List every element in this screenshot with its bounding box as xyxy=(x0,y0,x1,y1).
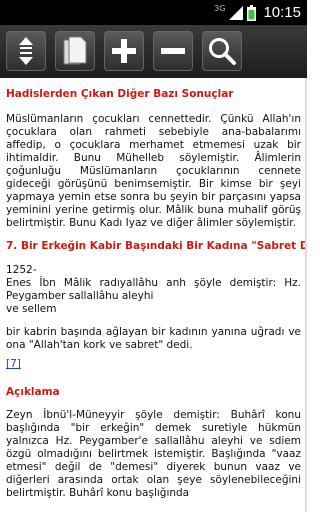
network-type: 3G xyxy=(214,3,226,13)
reorder-button[interactable] xyxy=(6,31,46,71)
signal-icon xyxy=(229,5,244,20)
clock: 10:15 xyxy=(263,4,301,21)
scroll-edge xyxy=(305,78,307,512)
section-heading: Hadislerden Çıkan Diğer Bazı Sonuçlar xyxy=(6,88,234,100)
add-icon xyxy=(112,39,136,63)
remove-icon xyxy=(161,48,185,54)
document-button[interactable] xyxy=(55,31,95,71)
remove-button[interactable] xyxy=(153,31,193,71)
chapter-heading: 7. Bir Erkeğin Kabir Başındaki Bir Kadın… xyxy=(6,240,307,252)
toolbar xyxy=(0,25,307,78)
battery-icon xyxy=(247,4,257,21)
footnote-link[interactable]: [7] xyxy=(6,358,21,370)
section-heading: Açıklama xyxy=(6,386,60,398)
hadith-line: ve sellem xyxy=(6,303,57,315)
status-bar: 3G 10:15 xyxy=(0,0,307,25)
document-icon xyxy=(63,36,87,65)
add-button[interactable] xyxy=(104,31,144,71)
hadith-text: bir kabrin başında ağlayan bir kadının y… xyxy=(6,326,301,351)
hadith-line: Enes İbn Mâlik radıyallâhu anh şöyle dem… xyxy=(6,277,301,302)
search-button[interactable] xyxy=(202,31,242,71)
reorder-icon xyxy=(19,37,33,65)
paragraph: Zeyn İbnü'l-Müneyyir şöyle demiştir: Buh… xyxy=(6,409,301,499)
hadith-number: 1252- xyxy=(6,264,37,276)
paragraph: Müslümanların çocukları cennettedir. Çün… xyxy=(6,113,301,229)
search-icon xyxy=(209,38,236,65)
article-content[interactable]: Hadislerden Çıkan Diğer Bazı Sonuçlar Mü… xyxy=(0,78,307,512)
